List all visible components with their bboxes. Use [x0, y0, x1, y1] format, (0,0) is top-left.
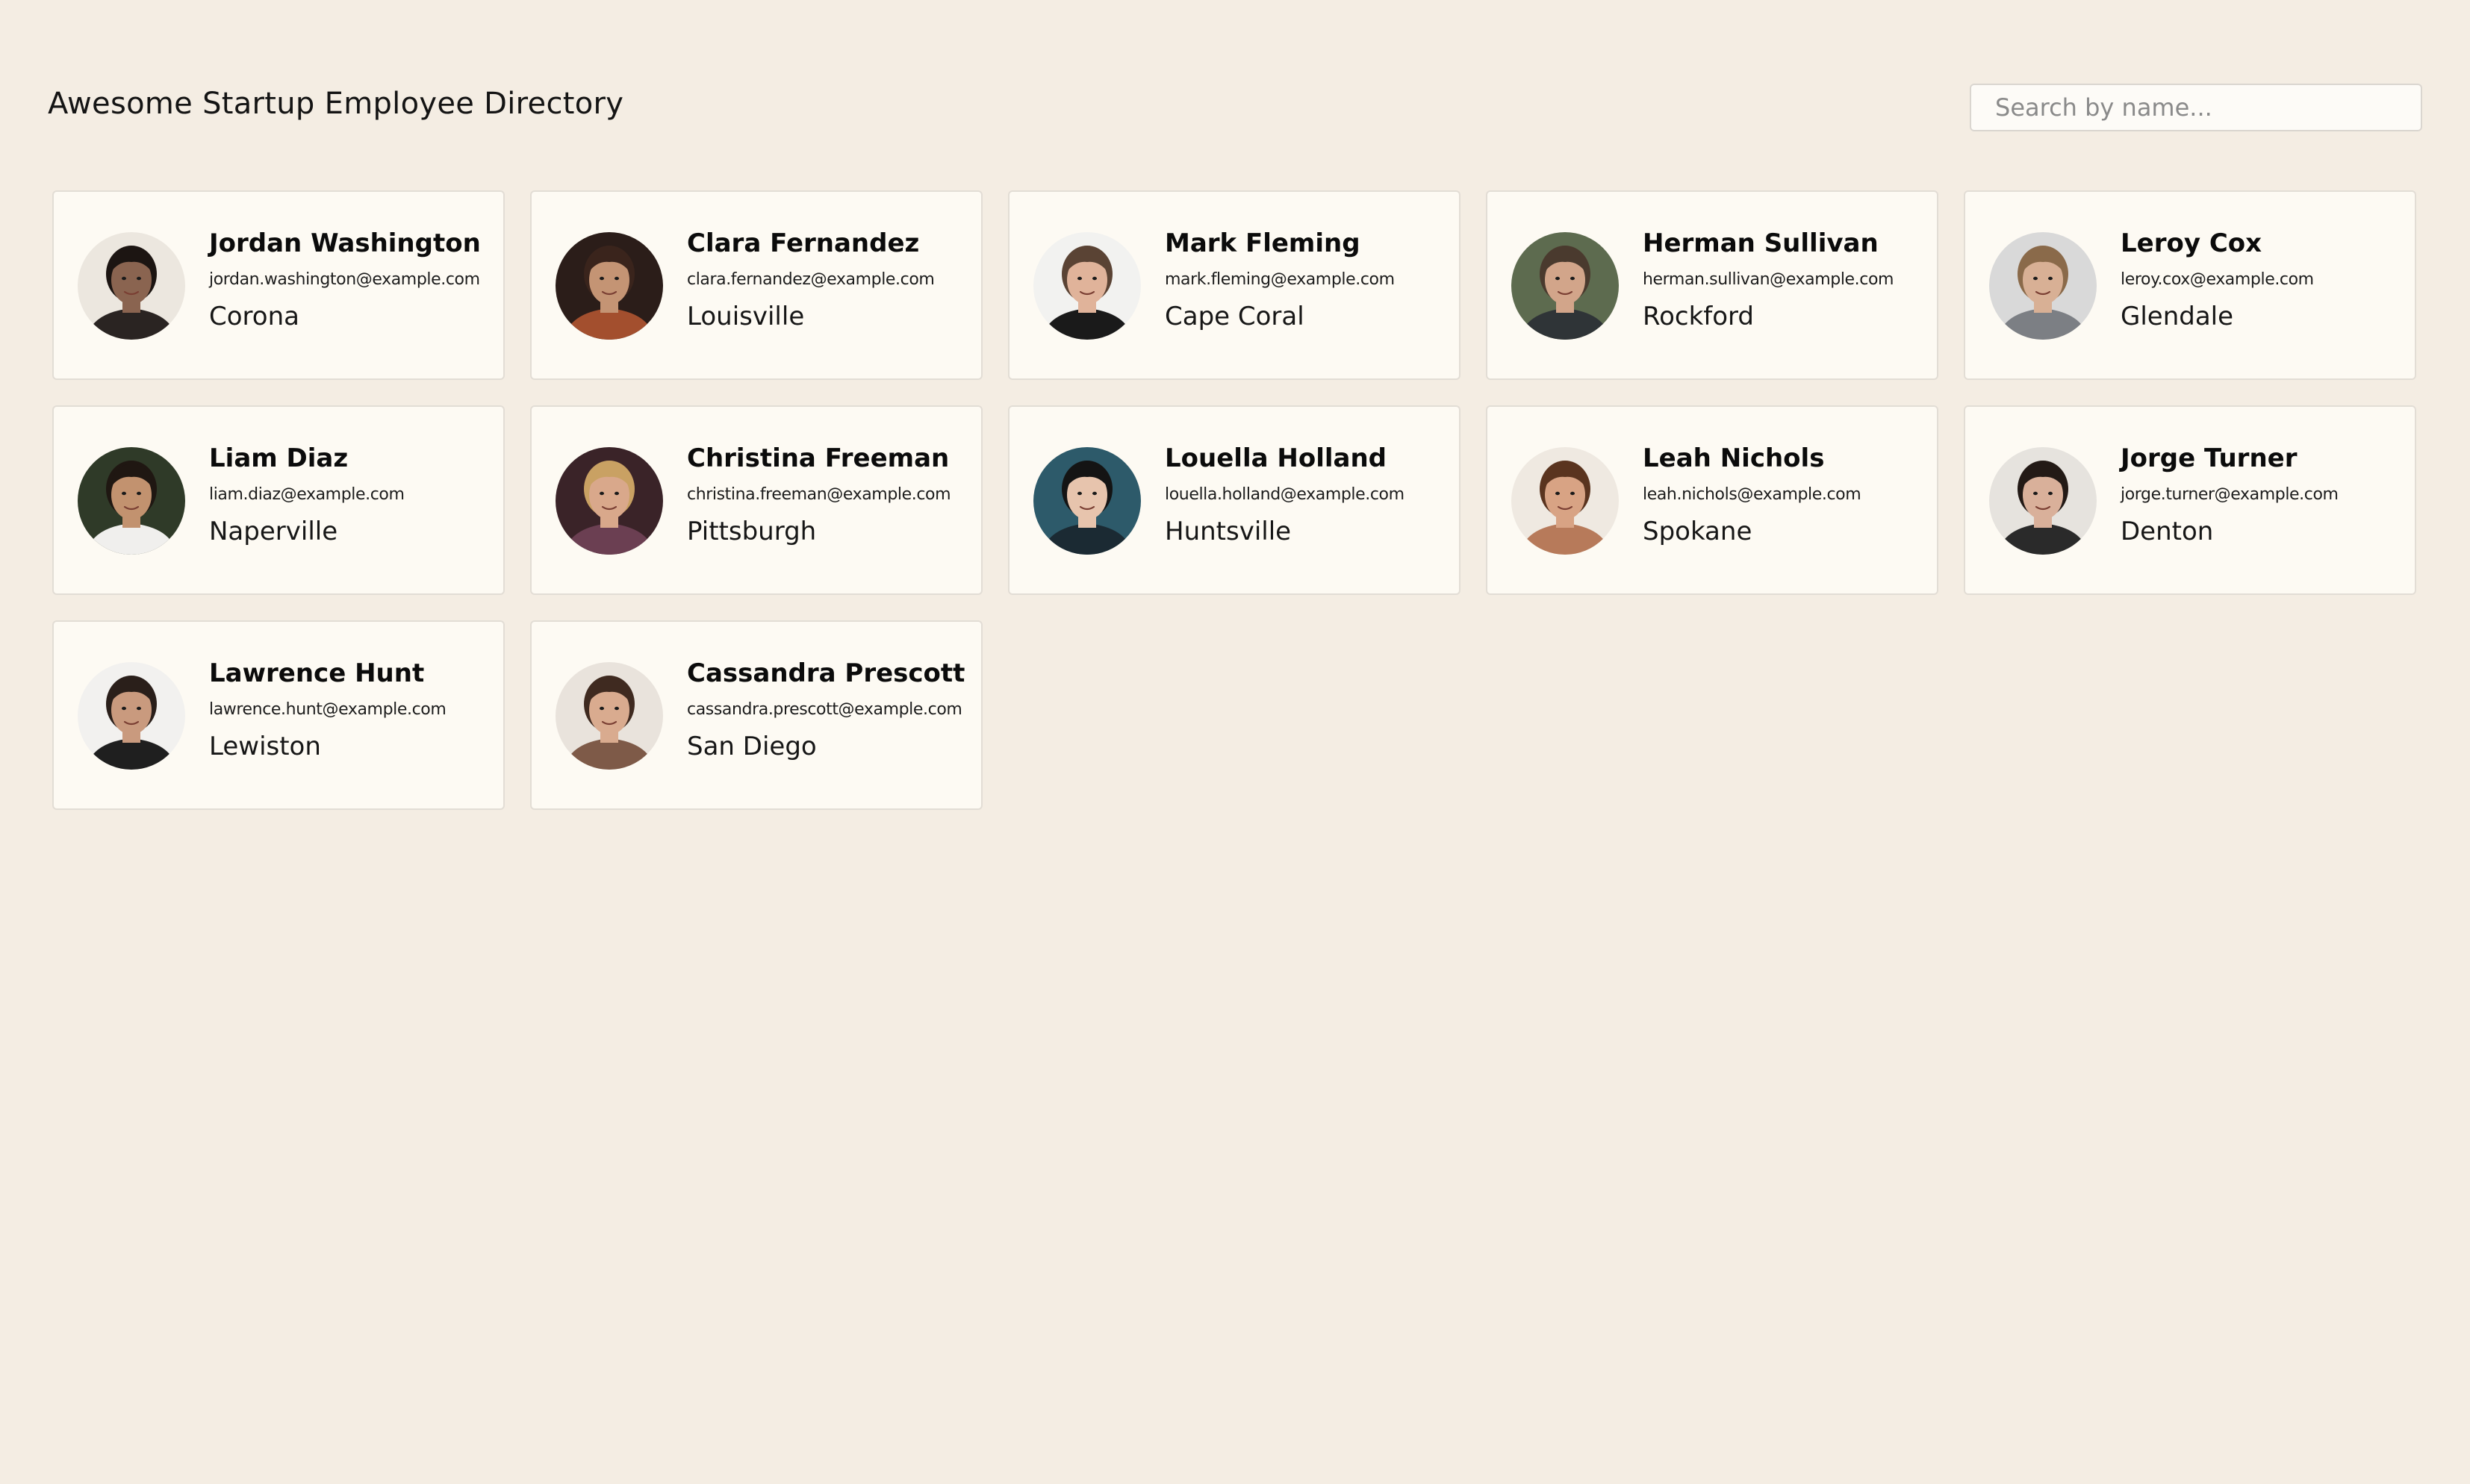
employee-name: Christina Freeman — [687, 443, 950, 473]
employee-city: Huntsville — [1165, 517, 1292, 546]
avatar — [556, 662, 663, 770]
employee-card[interactable]: Louella Holland louella.holland@example.… — [1008, 405, 1460, 595]
employee-name: Cassandra Prescott — [687, 658, 965, 688]
employee-email: herman.sullivan@example.com — [1643, 270, 1894, 289]
employee-city: Pittsburgh — [687, 517, 817, 546]
employee-city: Cape Coral — [1165, 302, 1304, 331]
employee-name: Lawrence Hunt — [209, 658, 425, 688]
employee-card[interactable]: Leroy Cox leroy.cox@example.com Glendale — [1964, 190, 2416, 380]
employee-name: Leroy Cox — [2121, 228, 2262, 258]
employee-name: Liam Diaz — [209, 443, 349, 473]
employee-email: jorge.turner@example.com — [2121, 485, 2339, 504]
page-header: Awesome Startup Employee Directory — [48, 84, 2422, 131]
employee-city: Rockford — [1643, 302, 1755, 331]
employee-card[interactable]: Jordan Washington jordan.washington@exam… — [52, 190, 505, 380]
page-title: Awesome Startup Employee Directory — [48, 87, 624, 121]
employee-card[interactable]: Jorge Turner jorge.turner@example.com De… — [1964, 405, 2416, 595]
employee-card[interactable]: Cassandra Prescott cassandra.prescott@ex… — [530, 620, 983, 810]
employee-grid: Jordan Washington jordan.washington@exam… — [52, 190, 2419, 810]
avatar — [556, 232, 663, 340]
employee-name: Herman Sullivan — [1643, 228, 1879, 258]
employee-city: Denton — [2121, 517, 2214, 546]
employee-email: clara.fernandez@example.com — [687, 270, 935, 289]
employee-email: louella.holland@example.com — [1165, 485, 1404, 504]
avatar — [1033, 232, 1141, 340]
avatar — [1033, 447, 1141, 555]
employee-city: San Diego — [687, 732, 817, 761]
employee-city: Lewiston — [209, 732, 321, 761]
employee-email: leah.nichols@example.com — [1643, 485, 1861, 504]
avatar — [78, 662, 185, 770]
employee-email: lawrence.hunt@example.com — [209, 700, 447, 719]
avatar — [1989, 447, 2097, 555]
employee-city: Spokane — [1643, 517, 1752, 546]
employee-city: Louisville — [687, 302, 805, 331]
employee-card[interactable]: Christina Freeman christina.freeman@exam… — [530, 405, 983, 595]
employee-city: Corona — [209, 302, 299, 331]
employee-name: Clara Fernandez — [687, 228, 920, 258]
employee-email: cassandra.prescott@example.com — [687, 700, 962, 719]
employee-card[interactable]: Leah Nichols leah.nichols@example.com Sp… — [1486, 405, 1938, 595]
avatar — [556, 447, 663, 555]
employee-city: Naperville — [209, 517, 338, 546]
avatar — [78, 447, 185, 555]
employee-email: liam.diaz@example.com — [209, 485, 405, 504]
employee-card[interactable]: Mark Fleming mark.fleming@example.com Ca… — [1008, 190, 1460, 380]
employee-name: Mark Fleming — [1165, 228, 1360, 258]
employee-card[interactable]: Liam Diaz liam.diaz@example.com Napervil… — [52, 405, 505, 595]
avatar — [1989, 232, 2097, 340]
employee-email: mark.fleming@example.com — [1165, 270, 1395, 289]
employee-city: Glendale — [2121, 302, 2234, 331]
employee-email: leroy.cox@example.com — [2121, 270, 2314, 289]
avatar — [1511, 232, 1619, 340]
employee-email: jordan.washington@example.com — [209, 270, 480, 289]
avatar — [1511, 447, 1619, 555]
avatar — [78, 232, 185, 340]
employee-name: Leah Nichols — [1643, 443, 1825, 473]
employee-card[interactable]: Herman Sullivan herman.sullivan@example.… — [1486, 190, 1938, 380]
employee-card[interactable]: Clara Fernandez clara.fernandez@example.… — [530, 190, 983, 380]
employee-name: Louella Holland — [1165, 443, 1387, 473]
employee-card[interactable]: Lawrence Hunt lawrence.hunt@example.com … — [52, 620, 505, 810]
employee-name: Jorge Turner — [2121, 443, 2298, 473]
search-input[interactable] — [1970, 84, 2422, 131]
employee-email: christina.freeman@example.com — [687, 485, 951, 504]
employee-name: Jordan Washington — [209, 228, 481, 258]
